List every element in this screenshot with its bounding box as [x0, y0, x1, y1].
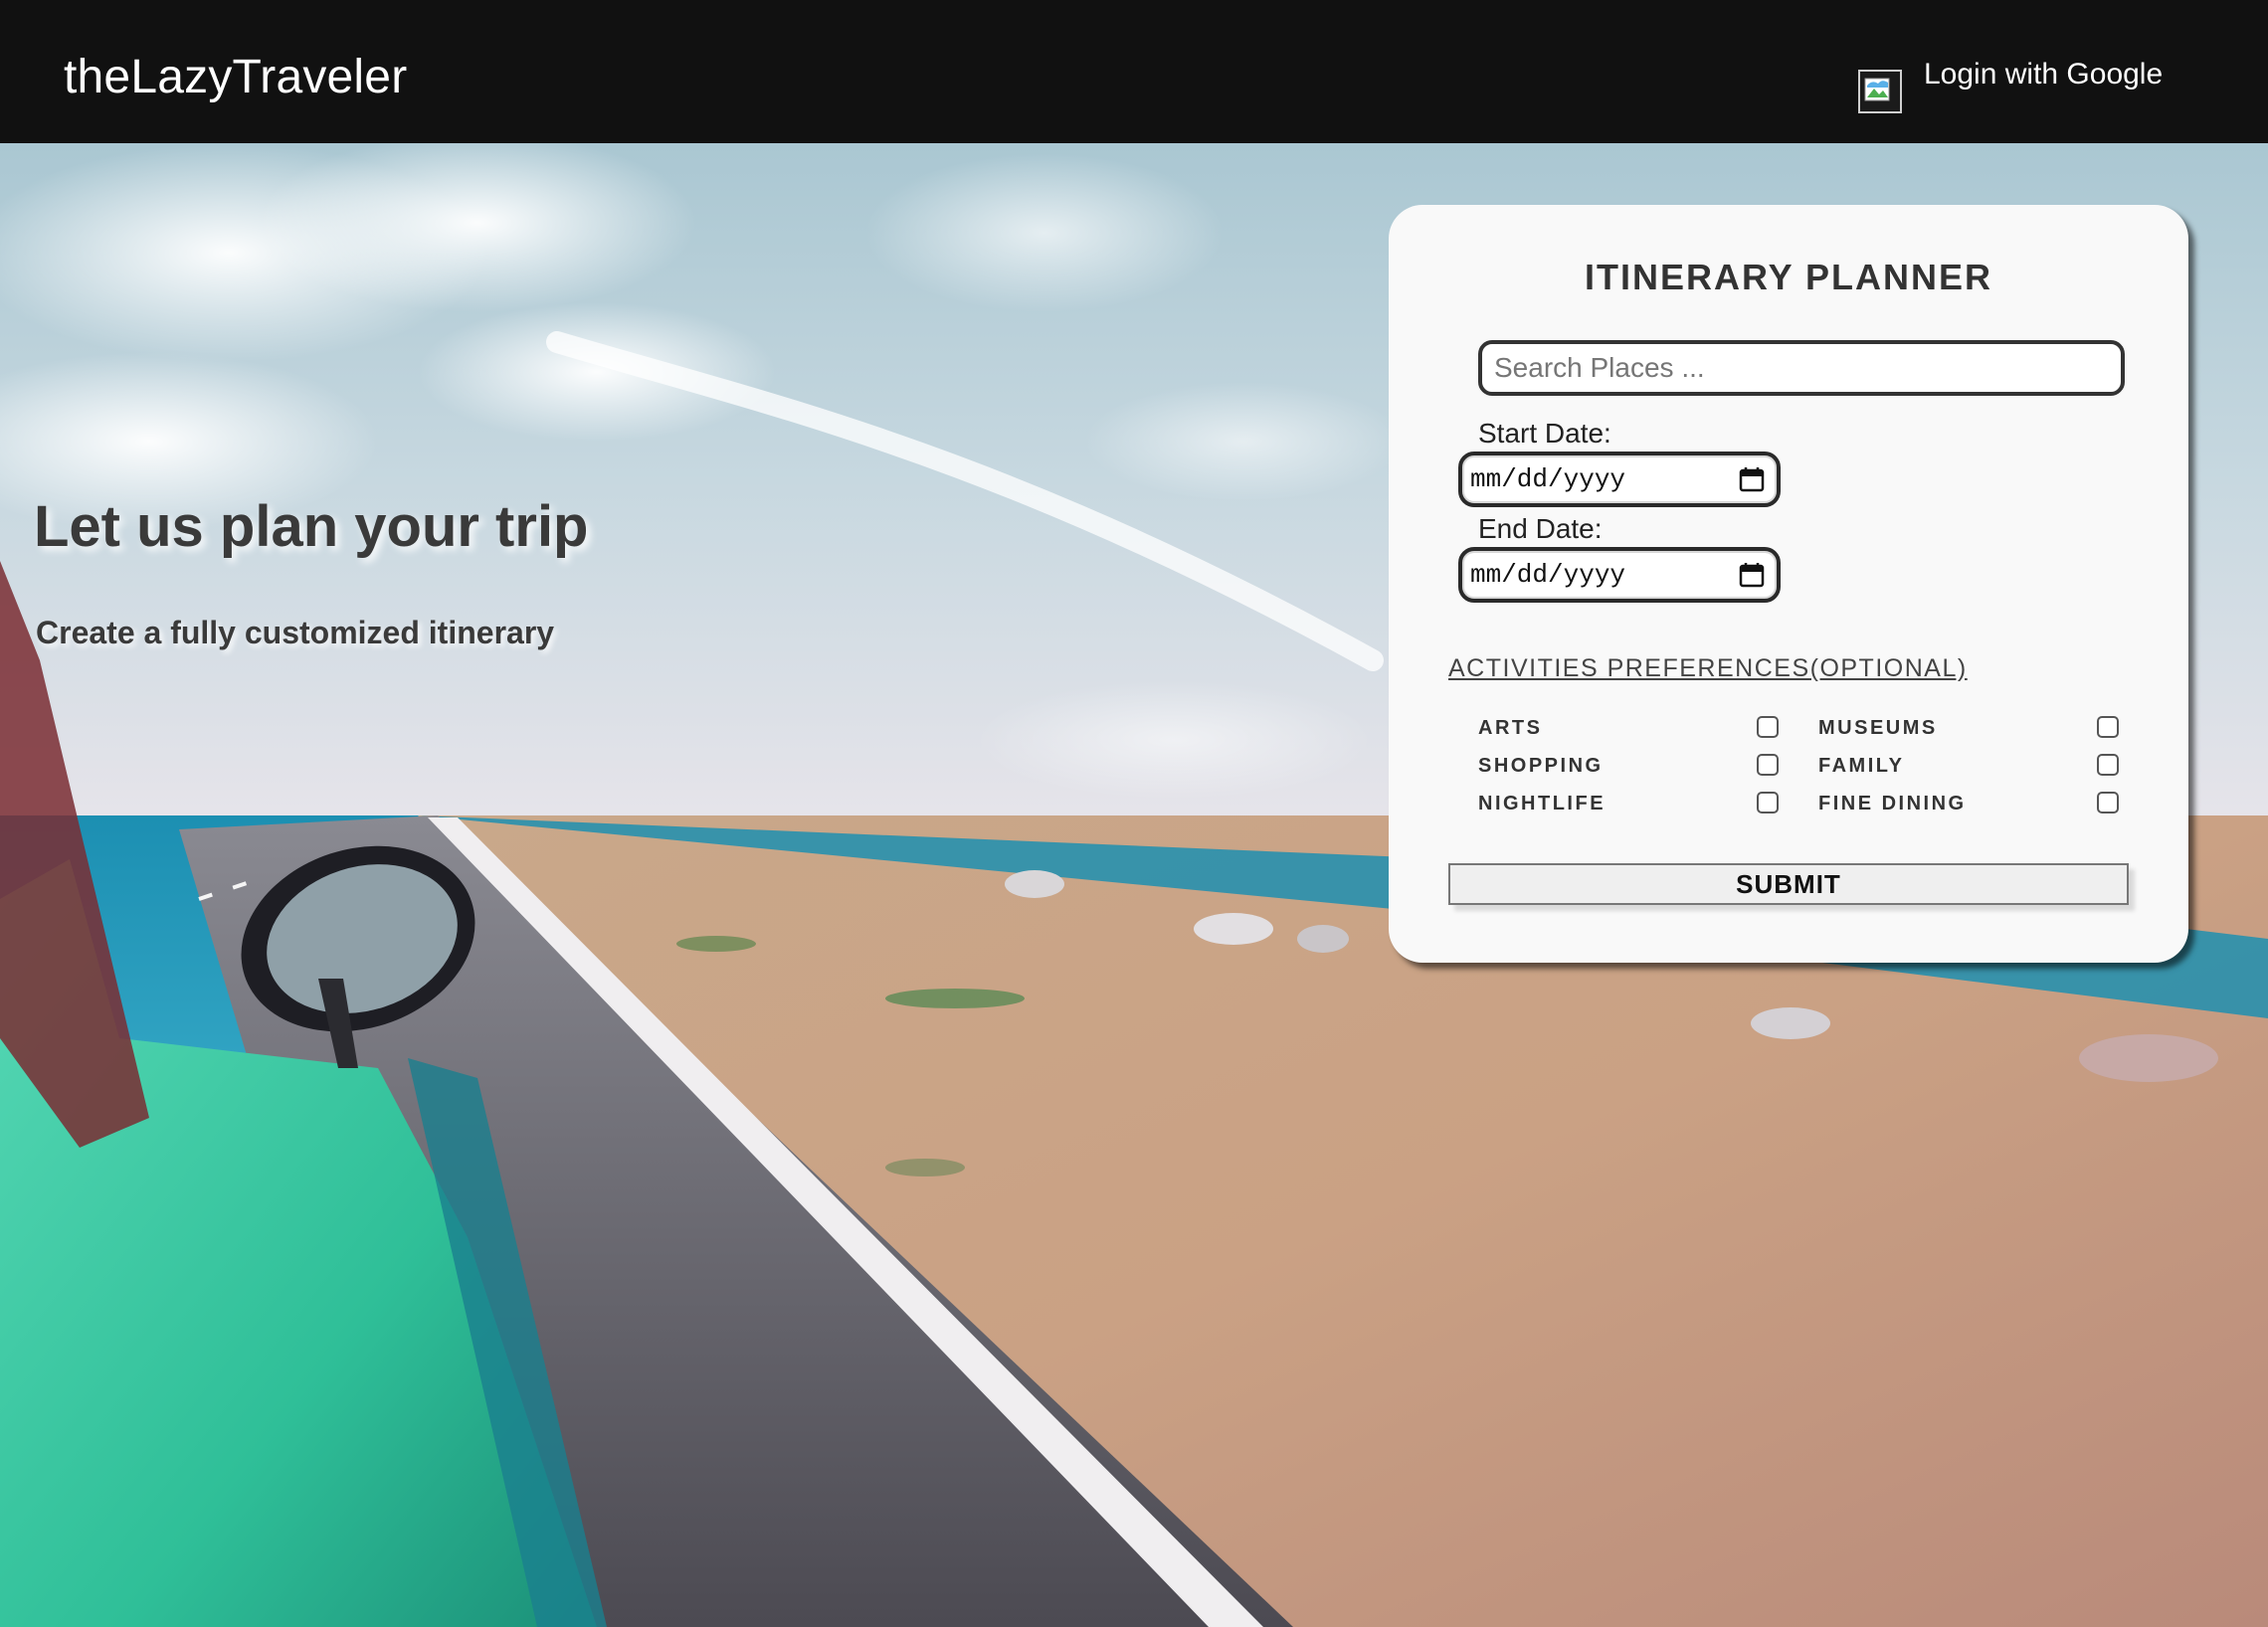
- end-date-input[interactable]: mm/dd/yyyy: [1458, 547, 1781, 603]
- login-with-google-link[interactable]: Login with Google: [1924, 58, 2163, 91]
- pref-checkbox-fine-dining[interactable]: [2097, 792, 2119, 814]
- pref-label-family: FAMILY: [1818, 755, 1905, 777]
- calendar-icon[interactable]: [1739, 562, 1765, 588]
- pref-checkbox-museums[interactable]: [2097, 716, 2119, 738]
- pref-label-arts: ARTS: [1478, 717, 1543, 739]
- pref-label-nightlife: NIGHTLIFE: [1478, 793, 1606, 814]
- pref-label-fine-dining: FINE DINING: [1818, 793, 1967, 814]
- start-date-value: mm/dd/yyyy: [1470, 464, 1626, 494]
- start-date-label: Start Date:: [1478, 418, 1611, 449]
- top-navbar: theLazyTraveler Login with Google: [0, 0, 2268, 143]
- calendar-icon[interactable]: [1739, 466, 1765, 492]
- pref-label-museums: MUSEUMS: [1818, 717, 1938, 739]
- planner-title: ITINERARY PLANNER: [1584, 257, 1993, 297]
- login-area[interactable]: Login with Google: [1858, 58, 2163, 113]
- hero-title: Let us plan your trip: [34, 494, 589, 559]
- pref-label-shopping: SHOPPING: [1478, 755, 1604, 777]
- itinerary-planner-card: ITINERARY PLANNER Start Date: mm/dd/yyyy…: [1389, 205, 2188, 963]
- broken-image-icon[interactable]: [1858, 70, 1902, 113]
- start-date-input[interactable]: mm/dd/yyyy: [1458, 452, 1781, 507]
- search-places-input[interactable]: [1478, 340, 2125, 396]
- pref-checkbox-shopping[interactable]: [1757, 754, 1779, 776]
- submit-button[interactable]: SUBMIT: [1448, 863, 2129, 905]
- end-date-value: mm/dd/yyyy: [1470, 560, 1626, 590]
- end-date-label: End Date:: [1478, 513, 1603, 544]
- pref-checkbox-nightlife[interactable]: [1757, 792, 1779, 814]
- pref-checkbox-family[interactable]: [2097, 754, 2119, 776]
- brand-logo-text[interactable]: theLazyTraveler: [64, 50, 407, 104]
- pref-checkbox-arts[interactable]: [1757, 716, 1779, 738]
- activities-preferences-heading: ACTIVITIES PREFERENCES(OPTIONAL): [1448, 654, 1968, 682]
- hero-subtitle: Create a fully customized itinerary: [36, 615, 555, 650]
